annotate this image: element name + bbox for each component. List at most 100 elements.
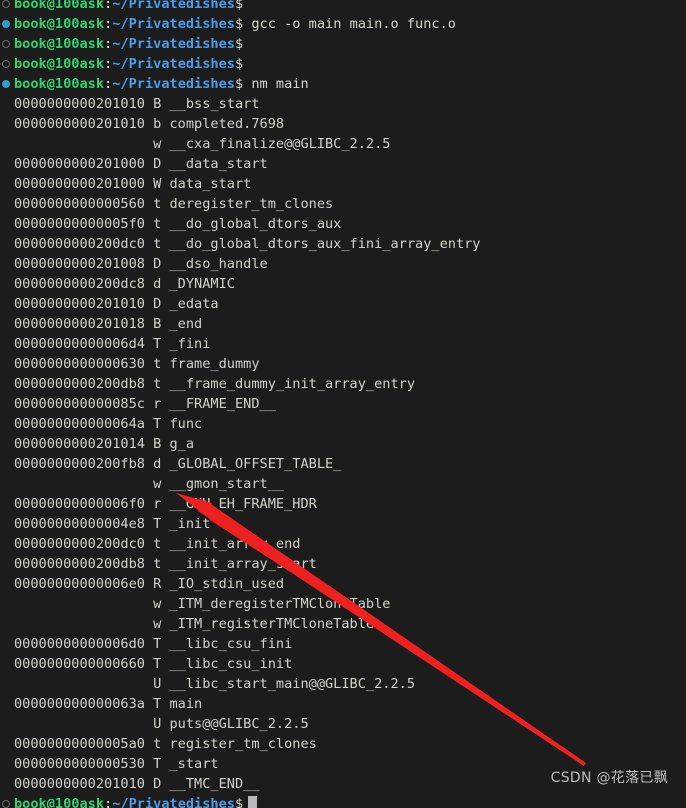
symbol-table-row: 000000000000063a T main [0,694,686,714]
terminal-prompt-line: book@100ask:~/Privatedishes$ [0,34,686,54]
symbol-table-row: 0000000000200db8 t __init_array_start [0,554,686,574]
symbol-entry-text: w _ITM_deregisterTMCloneTable [14,596,391,612]
prompt-separator: : [104,76,113,92]
symbol-entry-text: 0000000000201010 B __bss_start [14,96,260,112]
symbol-entry-text: 0000000000201010 b completed.7698 [14,116,285,132]
symbol-table-row: 0000000000200fb8 d _GLOBAL_OFFSET_TABLE_ [0,454,686,474]
terminal-prompt-line: book@100ask:~/Privatedishes$ gcc -o main… [0,14,686,34]
symbol-entry-text: 000000000000063a T main [14,696,203,712]
symbol-table-row: 00000000000006e0 R _IO_stdin_used [0,574,686,594]
symbol-table-row: 00000000000006f0 r __GNU_EH_FRAME_HDR [0,494,686,514]
symbol-entry-text: U puts@@GLIBC_2.2.5 [14,716,309,732]
symbol-entry-text: 0000000000000630 t frame_dummy [14,356,260,372]
terminal-window[interactable]: book@100ask:~/Privatedishes$ book@100ask:… [0,0,686,808]
symbol-table-row: 0000000000200dc8 d _DYNAMIC [0,274,686,294]
symbol-entry-text: 0000000000000660 T __libc_csu_init [14,656,293,672]
symbol-entry-text: 0000000000000560 t deregister_tm_clones [14,196,334,212]
terminal-cursor[interactable] [248,796,258,808]
symbol-table-row: 0000000000201000 W data_start [0,174,686,194]
symbol-entry-text: 0000000000200dc0 t __do_global_dtors_aux… [14,236,481,252]
prompt-status-dot-idle [2,0,10,8]
terminal-command-text: gcc -o main main.o func.o [243,16,456,32]
prompt-sigil: $ [234,36,244,52]
prompt-status-dot-idle [2,800,10,808]
prompt-user-host: book@100ask [14,0,105,12]
symbol-table-row: U puts@@GLIBC_2.2.5 [0,714,686,734]
terminal-prompt-line: book@100ask:~/Privatedishes$ [0,54,686,74]
prompt-sigil: $ [234,56,244,72]
symbol-entry-text: 0000000000201008 D __dso_handle [14,256,268,272]
symbol-table-row: 000000000000064a T func [0,414,686,434]
symbol-entry-text: w _ITM_registerTMCloneTable [14,616,375,632]
symbol-entry-text: 0000000000201010 D _edata [14,296,219,312]
terminal-output-area: book@100ask:~/Privatedishes$ book@100ask:… [0,0,686,808]
symbol-entry-text: 0000000000201000 D __data_start [14,156,268,172]
symbol-table-row: 0000000000201010 B __bss_start [0,94,686,114]
symbol-entry-text: 0000000000201000 W data_start [14,176,252,192]
symbol-entry-text: 00000000000006d4 T _fini [14,336,211,352]
prompt-status-dot-active [2,80,10,88]
prompt-path: ~/Privatedishes [112,0,235,12]
terminal-prompt-line: book@100ask:~/Privatedishes$ [0,0,686,14]
prompt-path: ~/Privatedishes [112,76,235,92]
symbol-entry-text: 0000000000200dc0 t __init_array_end [14,536,301,552]
symbol-table-row: 00000000000006d0 T __libc_csu_fini [0,634,686,654]
prompt-user-host: book@100ask [14,36,105,52]
symbol-entry-text: 0000000000200dc8 d _DYNAMIC [14,276,235,292]
symbol-entry-text: 00000000000006d0 T __libc_csu_fini [14,636,293,652]
prompt-separator: : [104,0,113,12]
prompt-sigil: $ [234,796,244,808]
prompt-path: ~/Privatedishes [112,56,235,72]
symbol-table-row: 000000000000085c r __FRAME_END__ [0,394,686,414]
symbol-entry-text: 00000000000004e8 T _init [14,516,211,532]
symbol-table-row: w _ITM_registerTMCloneTable [0,614,686,634]
terminal-command-text: nm main [243,76,309,92]
symbol-entry-text: 0000000000000530 T _start [14,756,219,772]
symbol-entry-text: 000000000000085c r __FRAME_END__ [14,396,276,412]
prompt-path: ~/Privatedishes [112,36,235,52]
symbol-table-row: 00000000000006d4 T _fini [0,334,686,354]
symbol-entry-text: 0000000000200fb8 d _GLOBAL_OFFSET_TABLE_ [14,456,342,472]
symbol-entry-text: 00000000000006f0 r __GNU_EH_FRAME_HDR [14,496,317,512]
symbol-table-row: w _ITM_deregisterTMCloneTable [0,594,686,614]
symbol-table-row: 0000000000201008 D __dso_handle [0,254,686,274]
symbol-table-row: 0000000000000660 T __libc_csu_init [0,654,686,674]
symbol-table-row: 00000000000005f0 t __do_global_dtors_aux [0,214,686,234]
symbol-entry-text: w __gmon_start__ [14,476,285,492]
symbol-table-row: 0000000000000560 t deregister_tm_clones [0,194,686,214]
terminal-prompt-line: book@100ask:~/Privatedishes$ [0,794,686,808]
symbol-entry-text: 0000000000200db8 t __frame_dummy_init_ar… [14,376,416,392]
symbol-table-row: w __cxa_finalize@@GLIBC_2.2.5 [0,134,686,154]
symbol-table-row: w __gmon_start__ [0,474,686,494]
prompt-sigil: $ [234,16,244,32]
symbol-entry-text: 0000000000201014 B g_a [14,436,195,452]
symbol-entry-text: 0000000000201010 D __TMC_END__ [14,776,260,792]
symbol-entry-text: 00000000000005f0 t __do_global_dtors_aux [14,216,342,232]
symbol-table-row: 0000000000000630 t frame_dummy [0,354,686,374]
symbol-entry-text: 00000000000006e0 R _IO_stdin_used [14,576,285,592]
prompt-user-host: book@100ask [14,56,105,72]
prompt-separator: : [104,36,113,52]
symbol-table-row: 0000000000201010 D _edata [0,294,686,314]
symbol-table-row: 0000000000200dc0 t __do_global_dtors_aux… [0,234,686,254]
symbol-table-row: 0000000000201000 D __data_start [0,154,686,174]
symbol-table-row: 0000000000201010 b completed.7698 [0,114,686,134]
prompt-user-host: book@100ask [14,76,105,92]
prompt-user-host: book@100ask [14,16,105,32]
prompt-separator: : [104,796,113,808]
symbol-table-row: U __libc_start_main@@GLIBC_2.2.5 [0,674,686,694]
prompt-status-dot-idle [2,40,10,48]
prompt-status-dot-active [2,20,10,28]
symbol-table-row: 0000000000200db8 t __frame_dummy_init_ar… [0,374,686,394]
symbol-entry-text: 00000000000005a0 t register_tm_clones [14,736,317,752]
csdn-watermark: CSDN @花落已飘 [550,770,668,786]
terminal-prompt-line: book@100ask:~/Privatedishes$ nm main [0,74,686,94]
symbol-entry-text: U __libc_start_main@@GLIBC_2.2.5 [14,676,416,692]
prompt-separator: : [104,16,113,32]
symbol-table-row: 0000000000200dc0 t __init_array_end [0,534,686,554]
prompt-path: ~/Privatedishes [112,796,235,808]
symbol-table-row: 0000000000201018 B _end [0,314,686,334]
prompt-status-dot-idle [2,60,10,68]
symbol-table-row: 00000000000005a0 t register_tm_clones [0,734,686,754]
symbol-entry-text: 0000000000201018 B _end [14,316,203,332]
